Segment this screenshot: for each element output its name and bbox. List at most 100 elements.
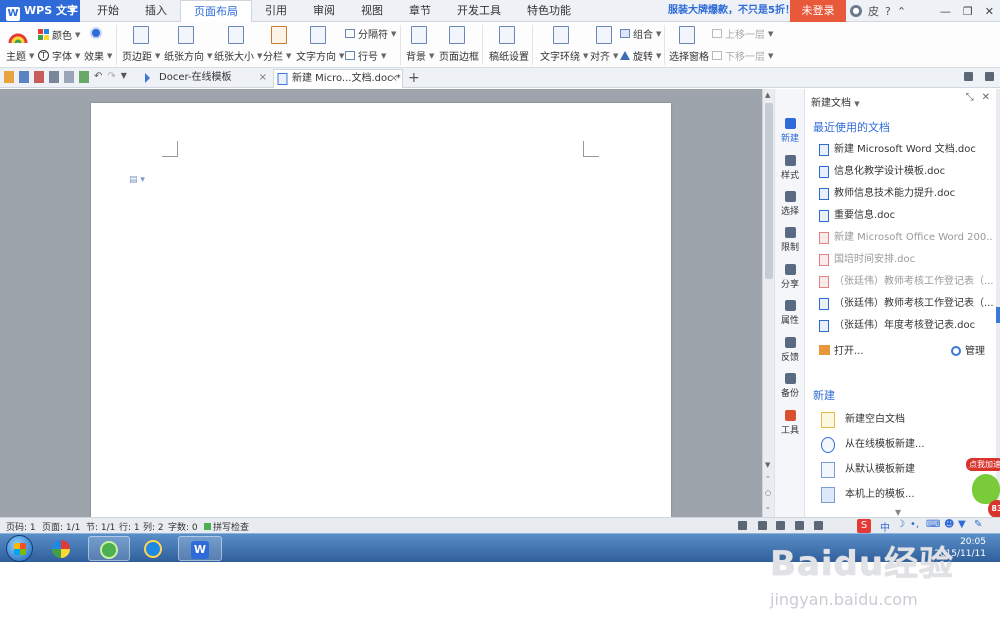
doc-tab-docer[interactable]: Docer-在线模板 × [141,69,271,88]
save-icon[interactable] [19,71,29,83]
size-icon[interactable] [228,26,244,44]
list-item[interactable]: 信息化教学设计模板.doc [817,161,993,183]
keyboard-icon[interactable]: ⌨ [926,519,940,530]
columns-icon[interactable] [271,26,287,44]
close-icon[interactable]: ✕ [985,5,994,18]
fullscreen-icon[interactable] [985,72,994,81]
strip-select[interactable]: 选择 [775,191,805,217]
edge-handle[interactable] [996,307,1000,323]
bring-forward-button[interactable]: 上移一层 ▼ [712,26,773,41]
read-view-icon[interactable] [814,521,823,530]
breaks-button[interactable]: 分隔符 ▼ [345,26,396,41]
ime-mode[interactable]: 中 [880,519,890,534]
list-item[interactable]: 重要信息.doc [817,205,993,227]
dock-pane-icon[interactable]: ⤡ [966,92,974,103]
draft-settings-button[interactable]: 稿纸设置 [489,48,529,63]
tab-page-layout[interactable]: 页面布局 [180,0,252,23]
login-button[interactable]: 未登录 [790,0,846,22]
shirt-icon[interactable]: ▼ [958,519,966,530]
page-border-icon[interactable] [449,26,465,44]
align-button[interactable]: 对齐 ▼ [590,48,618,64]
next-page-icon[interactable]: ⌄ [765,503,771,511]
new-default-template-item[interactable]: 从默认模板新建 [819,457,989,482]
color-button[interactable]: 颜色 ▼ [38,27,80,42]
strip-feedback[interactable]: 反馈 [775,337,805,363]
columns-button[interactable]: 分栏 ▼ [263,48,291,64]
wrench-icon[interactable]: ✎ [974,519,982,530]
open-folder-icon[interactable] [4,71,14,83]
orientation-icon[interactable] [178,26,194,44]
chevron-up-icon[interactable]: ⌃ [897,5,906,18]
selection-pane-icon[interactable] [679,26,695,44]
list-item[interactable]: 国培时间安排.doc [817,249,993,271]
list-item[interactable]: 教师信息技术能力提升.doc [817,183,993,205]
margin-icon[interactable] [133,26,149,44]
prev-page-icon[interactable]: ⌃ [765,475,771,483]
scroll-down-icon[interactable]: ▼ [765,461,770,469]
new-blank-doc-item[interactable]: 新建空白文档 [819,407,989,432]
strip-backup[interactable]: 备份 [775,373,805,399]
page-view-icon[interactable] [758,521,767,530]
tab-insert[interactable]: 插入 [132,0,180,22]
tab-view[interactable]: 视图 [348,0,396,22]
scrollbar-thumb[interactable] [765,103,773,279]
text-direction-icon[interactable] [310,26,326,44]
wrap-icon[interactable] [553,26,569,44]
theme-icon[interactable] [8,27,28,45]
print-preview-icon[interactable] [64,71,74,83]
list-item[interactable]: （张廷伟）教师考核工作登记表（... [817,293,993,315]
open-button[interactable]: 打开... [819,345,864,357]
list-item[interactable]: 新建 Microsoft Word 文档.doc [817,139,993,161]
send-backward-button[interactable]: 下移一层 ▼ [712,48,773,63]
skin-icon[interactable]: 皮 [868,3,879,19]
tab-review[interactable]: 审阅 [300,0,348,22]
strip-new[interactable]: 新建 [775,118,805,144]
vertical-scrollbar[interactable]: ▲ ▼ ⌃ ○ ⌄ [762,89,774,517]
web-view-icon[interactable] [795,521,804,530]
theme-button[interactable]: 主题 ▼ [6,48,34,64]
moon-icon[interactable]: ☽ [896,519,905,530]
pane-scroll-down-icon[interactable]: ▼ [895,508,901,517]
align-icon[interactable] [596,26,612,44]
background-icon[interactable] [411,26,427,44]
new-tab-button[interactable]: + [408,68,420,88]
panel-toggle-icon[interactable] [964,72,973,81]
restore-icon[interactable]: ❐ [963,5,973,18]
redo-icon[interactable]: ↷ [107,71,115,83]
strip-share[interactable]: 分享 [775,264,805,290]
outline-view-icon[interactable] [776,521,785,530]
wps-menu-button[interactable]: W WPS 文字 ▼ [0,0,80,22]
margin-button[interactable]: 页边距 ▼ [122,48,160,64]
close-icon[interactable]: × [259,69,267,87]
effect-button[interactable]: 效果 ▼ [84,48,112,64]
close-icon[interactable]: ✕ [982,92,990,103]
background-button[interactable]: 背景 ▼ [406,48,434,64]
tab-references[interactable]: 引用 [252,0,300,22]
font-button[interactable]: T 字体 ▼ [38,48,80,63]
focus-mode-icon[interactable] [738,521,747,530]
speedup-badge[interactable]: 点我加速 83 [966,458,1000,524]
undo-icon[interactable]: ↶ [94,71,102,83]
size-button[interactable]: 纸张大小 ▼ [214,48,262,64]
group-button[interactable]: 组合 ▼ [620,26,661,41]
strip-style[interactable]: 样式 [775,155,805,181]
taskbar-app-tile[interactable] [44,536,80,561]
list-item[interactable]: 新建 Microsoft Office Word 200... [817,227,993,249]
selection-pane-button[interactable]: 选择窗格 [669,48,709,63]
strip-tools[interactable]: 工具 [775,410,805,436]
select-browse-icon[interactable]: ○ [765,489,771,497]
spellcheck-status[interactable]: 拼写检查 [204,520,249,533]
doc-tab-current[interactable]: 新建 Micro...文档.doc * × [273,69,403,88]
punctuation-icon[interactable]: •, [910,519,919,530]
manage-button[interactable]: 管理 [951,342,985,357]
taskbar-app-ie[interactable] [134,536,174,561]
strip-restrict[interactable]: 限制 [775,227,805,253]
pane-title-dropdown[interactable]: 新建文档 ▼ [811,94,860,109]
line-numbers-button[interactable]: 行号 ▼ [345,48,386,63]
help-icon[interactable]: ? [885,5,891,18]
sogou-ime-icon[interactable]: S [857,519,871,533]
document-page[interactable]: ▤ ▾ [91,103,671,517]
wrap-text-button[interactable]: 文字环绕 ▼ [540,48,588,64]
local-template-item[interactable]: 本机上的模板... [819,482,989,507]
list-item[interactable]: （张廷伟）教师考核工作登记表（... [817,271,993,293]
